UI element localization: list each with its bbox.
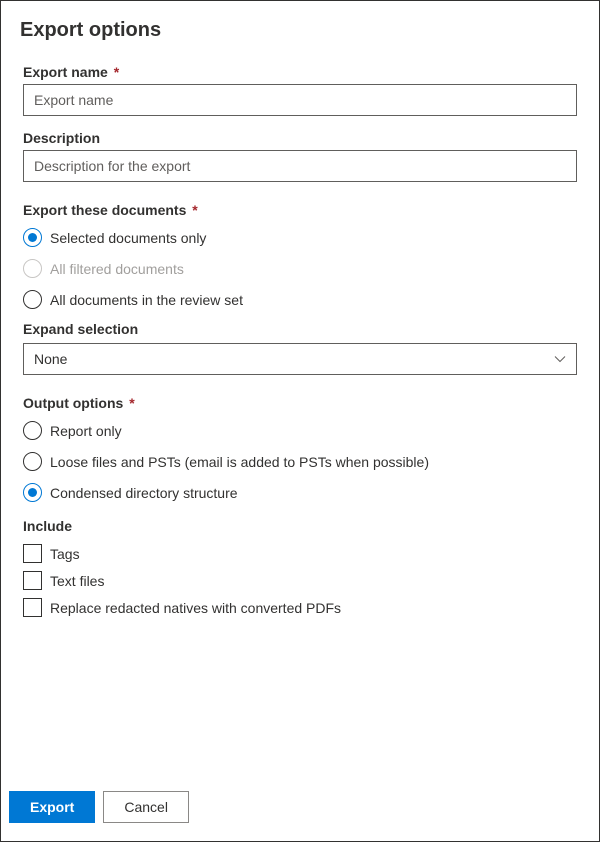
radio-label: All documents in the review set xyxy=(50,292,243,308)
radio-icon xyxy=(23,228,42,247)
checkbox-icon xyxy=(23,544,42,563)
checkbox-icon xyxy=(23,598,42,617)
radio-icon xyxy=(23,421,42,440)
export-name-label: Export name * xyxy=(23,64,577,80)
checkbox-label: Replace redacted natives with converted … xyxy=(50,600,341,616)
expand-selection-dropdown[interactable]: None xyxy=(23,343,577,375)
include-label: Include xyxy=(23,518,577,534)
radio-report-only[interactable]: Report only xyxy=(23,421,577,440)
radio-icon xyxy=(23,452,42,471)
export-documents-label: Export these documents * xyxy=(23,202,577,218)
page-title: Export options xyxy=(20,19,577,42)
radio-label: Loose files and PSTs (email is added to … xyxy=(50,454,429,470)
expand-selection-label: Expand selection xyxy=(23,321,577,337)
chevron-down-icon xyxy=(554,353,566,365)
radio-icon xyxy=(23,259,42,278)
radio-icon xyxy=(23,483,42,502)
checkbox-tags[interactable]: Tags xyxy=(23,544,577,563)
select-value: None xyxy=(34,351,67,367)
cancel-button[interactable]: Cancel xyxy=(103,791,189,823)
export-name-input[interactable] xyxy=(23,84,577,116)
checkbox-label: Tags xyxy=(50,546,80,562)
export-button[interactable]: Export xyxy=(9,791,95,823)
footer: Export Cancel xyxy=(9,779,577,823)
radio-label: All filtered documents xyxy=(50,261,184,277)
checkbox-replace-redacted[interactable]: Replace redacted natives with converted … xyxy=(23,598,577,617)
required-marker: * xyxy=(192,202,197,218)
required-marker: * xyxy=(114,64,119,80)
radio-label: Report only xyxy=(50,423,122,439)
description-input[interactable] xyxy=(23,150,577,182)
radio-selected-documents[interactable]: Selected documents only xyxy=(23,228,577,247)
radio-all-documents[interactable]: All documents in the review set xyxy=(23,290,577,309)
radio-loose-files[interactable]: Loose files and PSTs (email is added to … xyxy=(23,452,577,471)
radio-filtered-documents: All filtered documents xyxy=(23,259,577,278)
radio-icon xyxy=(23,290,42,309)
radio-condensed-structure[interactable]: Condensed directory structure xyxy=(23,483,577,502)
radio-label: Selected documents only xyxy=(50,230,206,246)
description-label: Description xyxy=(23,130,577,146)
checkbox-icon xyxy=(23,571,42,590)
checkbox-label: Text files xyxy=(50,573,104,589)
checkbox-text-files[interactable]: Text files xyxy=(23,571,577,590)
required-marker: * xyxy=(129,395,134,411)
radio-label: Condensed directory structure xyxy=(50,485,238,501)
output-options-label: Output options * xyxy=(23,395,577,411)
